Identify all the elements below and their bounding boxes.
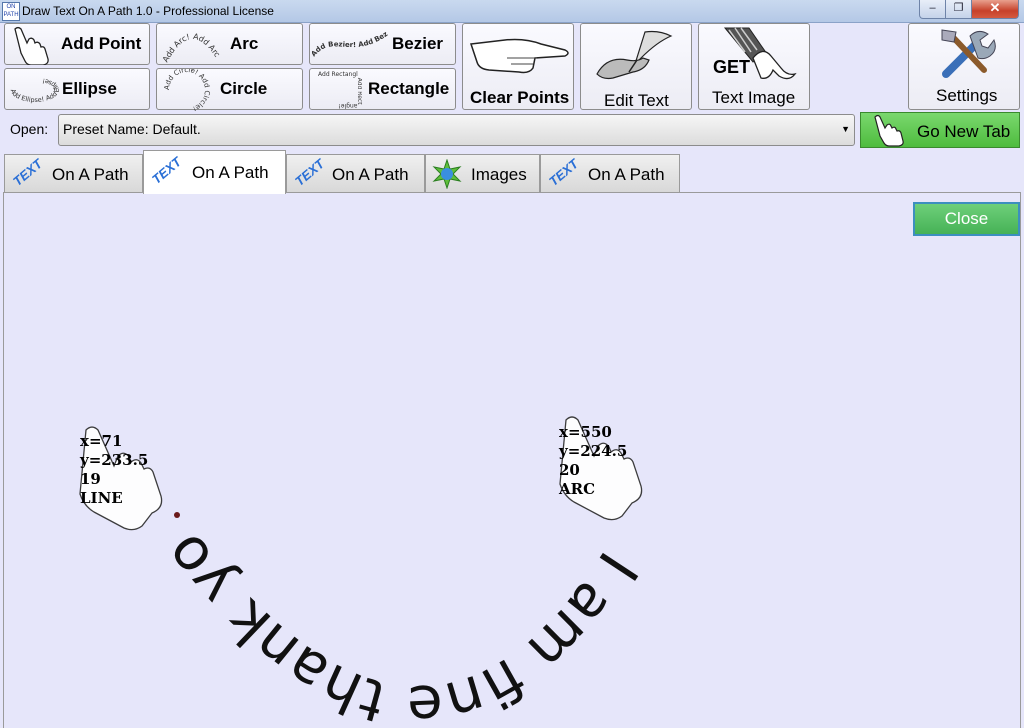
- path-text-drawing: I am fine thank you !: [0, 0, 651, 728]
- path-text: I am fine thank you !: [0, 0, 651, 728]
- text-tab-icon: TEXT: [149, 154, 185, 187]
- tab-on-a-path-2[interactable]: TEXT On A Path: [143, 150, 286, 194]
- tab-label: On A Path: [192, 163, 269, 182]
